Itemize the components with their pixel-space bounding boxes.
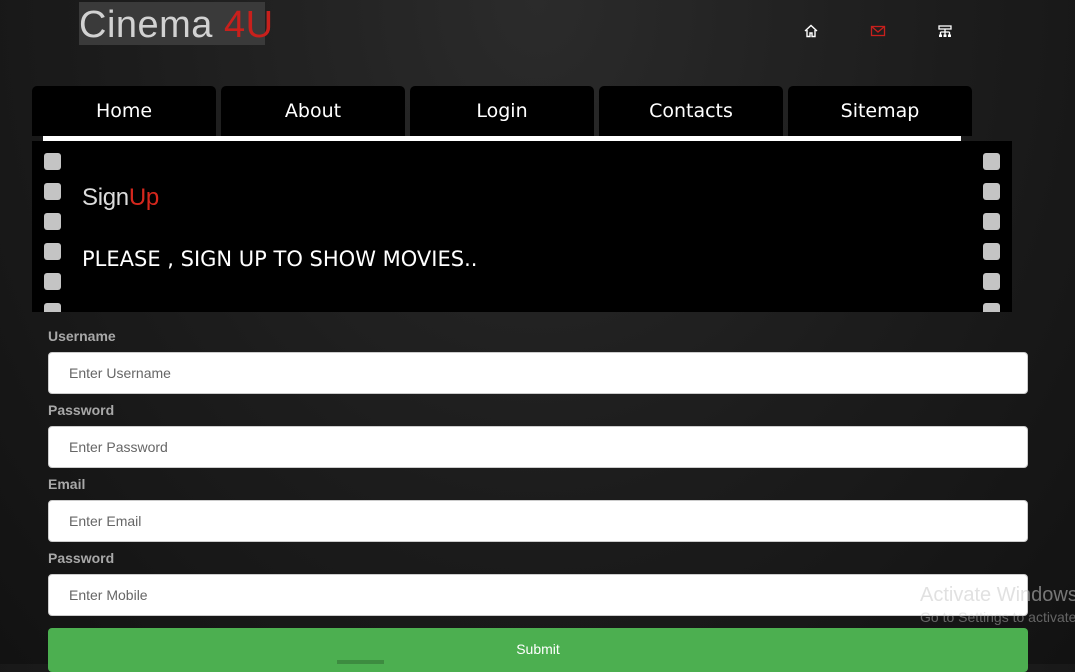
email-input[interactable]: [48, 500, 1028, 542]
film-hole: [44, 183, 61, 200]
email-label: Email: [48, 476, 86, 492]
signup-title-up: Up: [128, 184, 159, 211]
film-hole: [983, 243, 1000, 260]
film-hole: [44, 303, 61, 312]
sitemap-icon[interactable]: [937, 23, 953, 39]
film-hole: [983, 213, 1000, 230]
film-hole: [983, 273, 1000, 290]
logo-text: Cinema: [79, 4, 224, 46]
film-hole: [983, 303, 1000, 312]
site-logo[interactable]: Cinema 4U: [79, 2, 273, 46]
film-hole: [983, 183, 1000, 200]
submit-button[interactable]: Submit: [48, 628, 1028, 672]
bottom-edge-mark: [337, 660, 384, 664]
signup-title-sign: Sign: [82, 184, 129, 211]
signup-banner: SignUp PLEASE , SIGN UP TO SHOW MOVIES..: [32, 141, 1012, 312]
logo-accent-text: 4U: [224, 4, 274, 46]
mail-icon[interactable]: [870, 23, 886, 39]
username-input[interactable]: [48, 352, 1028, 394]
signup-title: SignUp: [82, 184, 159, 212]
nav-tab-home[interactable]: Home: [32, 86, 216, 136]
film-hole: [44, 153, 61, 170]
mobile-input[interactable]: [48, 574, 1028, 616]
password-label: Password: [48, 402, 115, 418]
film-hole: [44, 273, 61, 290]
main-nav: Home About Login Contacts Sitemap: [32, 86, 972, 136]
password-input[interactable]: [48, 426, 1028, 468]
nav-tab-about[interactable]: About: [221, 86, 405, 136]
mobile-label: Password: [48, 550, 115, 566]
nav-tab-sitemap[interactable]: Sitemap: [788, 86, 972, 136]
username-label: Username: [48, 328, 116, 344]
nav-tab-contacts[interactable]: Contacts: [599, 86, 783, 136]
film-hole: [44, 213, 61, 230]
film-hole: [44, 243, 61, 260]
signup-message: PLEASE , SIGN UP TO SHOW MOVIES..: [82, 247, 478, 271]
activate-windows-title: Activate Windows: [920, 584, 1075, 606]
submit-button-label: Submit: [516, 640, 560, 657]
home-icon[interactable]: [803, 23, 819, 39]
nav-tab-login[interactable]: Login: [410, 86, 594, 136]
film-hole: [983, 153, 1000, 170]
activate-windows-subtitle: Go to Settings to activate Windows.: [920, 609, 1075, 625]
